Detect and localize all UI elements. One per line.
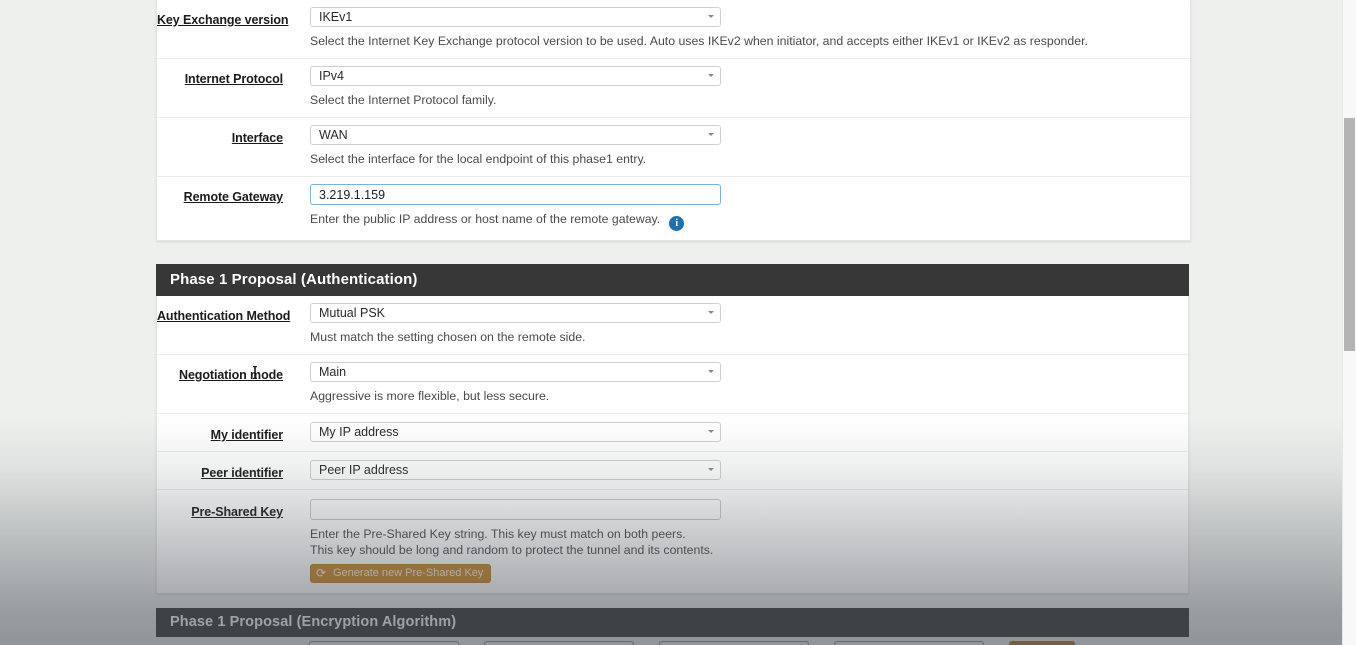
label-cell: Key Exchange version: [157, 0, 310, 29]
add-algorithm-button[interactable]: [1009, 641, 1075, 645]
help-authentication-method: Must match the setting chosen on the rem…: [310, 330, 586, 344]
field-cell: My IP address: [310, 414, 1188, 451]
select-key-length[interactable]: [484, 641, 634, 645]
help-key-exchange-version: Select the Internet Key Exchange protoco…: [310, 34, 1088, 48]
label-internet-protocol: Internet Protocol: [184, 72, 283, 86]
label-cell: Remote Gateway: [157, 177, 310, 206]
select-authentication-method[interactable]: Mutual PSK: [310, 303, 721, 323]
field-cell: Main Aggressive is more flexible, but le…: [310, 355, 1188, 413]
chevron-down-icon: [708, 430, 714, 433]
chevron-down-icon: [708, 468, 714, 471]
label-cell: Authentication Method: [157, 296, 310, 325]
chevron-down-icon: [708, 311, 714, 314]
row-peer-identifier: Peer identifier Peer IP address: [157, 452, 1188, 490]
chevron-down-icon: [708, 133, 714, 136]
refresh-icon: ⟳: [316, 566, 327, 580]
help-interface: Select the interface for the local endpo…: [310, 152, 647, 166]
select-hash-algorithm[interactable]: [659, 641, 809, 645]
row-interface: Interface WAN Select the interface for t…: [157, 118, 1190, 177]
chevron-down-icon: [708, 15, 714, 18]
field-cell: Mutual PSK Must match the setting chosen…: [310, 296, 1188, 354]
phase1-encryption-section: Phase 1 Proposal (Encryption Algorithm): [156, 608, 1189, 645]
page-root: Key Exchange version IKEv1 Select the In…: [0, 0, 1356, 645]
help-pre-shared-key-line2: This key should be long and random to pr…: [310, 543, 714, 557]
label-cell: Internet Protocol: [157, 59, 310, 88]
help-negotiation-mode: Aggressive is more flexible, but less se…: [310, 389, 550, 403]
label-negotiation-mode: Negotiation mode: [179, 368, 283, 382]
remote-gateway-input[interactable]: [310, 184, 721, 205]
label-my-identifier: My identifier: [210, 428, 283, 442]
row-negotiation-mode: Negotiation mode Main Aggressive is more…: [157, 355, 1188, 414]
label-authentication-method: Authentication Method: [157, 309, 291, 323]
help-pre-shared-key-line1: Enter the Pre-Shared Key string. This ke…: [310, 527, 686, 541]
encryption-algorithm-row: [156, 637, 1189, 645]
row-pre-shared-key: Pre-Shared Key Enter the Pre-Shared Key …: [157, 490, 1188, 593]
select-value: IPv4: [319, 69, 345, 83]
pre-shared-key-input[interactable]: [310, 499, 721, 520]
label-cell: Interface: [157, 118, 310, 147]
select-value: IKEv1: [319, 10, 353, 24]
row-authentication-method: Authentication Method Mutual PSK Must ma…: [157, 296, 1188, 355]
select-dh-group[interactable]: [834, 641, 984, 645]
select-my-identifier[interactable]: My IP address: [310, 422, 721, 442]
label-pre-shared-key: Pre-Shared Key: [191, 505, 283, 519]
select-internet-protocol[interactable]: IPv4: [310, 66, 721, 86]
label-interface: Interface: [231, 131, 283, 145]
section-header-phase1-authentication: Phase 1 Proposal (Authentication): [156, 264, 1189, 296]
row-my-identifier: My identifier My IP address: [157, 414, 1188, 452]
select-encryption-algorithm[interactable]: [309, 641, 459, 645]
help-text: Enter the public IP address or host name…: [310, 212, 661, 226]
chevron-down-icon: [708, 74, 714, 77]
button-label: Generate new Pre-Shared Key: [333, 567, 484, 579]
select-interface[interactable]: WAN: [310, 125, 721, 145]
phase1-authentication-section: Phase 1 Proposal (Authentication) Authen…: [156, 264, 1189, 594]
label-key-exchange-version: Key Exchange version: [157, 13, 289, 27]
field-cell: WAN Select the interface for the local e…: [310, 118, 1190, 176]
generate-new-pre-shared-key-button[interactable]: ⟳ Generate new Pre-Shared Key: [310, 564, 492, 583]
label-cell: My identifier: [157, 414, 310, 444]
select-value: Mutual PSK: [319, 306, 386, 320]
help-internet-protocol: Select the Internet Protocol family.: [310, 93, 497, 107]
section-header-phase1-encryption: Phase 1 Proposal (Encryption Algorithm): [156, 608, 1189, 637]
label-cell: Pre-Shared Key: [157, 490, 310, 521]
row-remote-gateway: Remote Gateway Enter the public IP addre…: [157, 177, 1190, 240]
field-cell: Enter the Pre-Shared Key string. This ke…: [310, 490, 1188, 593]
row-key-exchange-version: Key Exchange version IKEv1 Select the In…: [157, 0, 1190, 59]
phase1-authentication-card: Authentication Method Mutual PSK Must ma…: [156, 296, 1189, 594]
field-cell: IPv4 Select the Internet Protocol family…: [310, 59, 1190, 117]
info-icon[interactable]: i: [669, 216, 685, 231]
select-peer-identifier[interactable]: Peer IP address: [310, 460, 721, 480]
select-key-exchange-version[interactable]: IKEv1: [310, 7, 721, 27]
label-remote-gateway: Remote Gateway: [183, 190, 283, 204]
label-cell: Peer identifier: [157, 452, 310, 482]
phase1-encryption-card: [156, 637, 1189, 645]
field-cell: Enter the public IP address or host name…: [310, 177, 1190, 240]
select-value: My IP address: [319, 425, 399, 439]
select-negotiation-mode[interactable]: Main: [310, 362, 721, 382]
chevron-down-icon: [708, 370, 714, 373]
select-value: Main: [319, 365, 347, 379]
scrollbar-track[interactable]: [1342, 0, 1356, 645]
select-value: Peer IP address: [319, 463, 409, 477]
field-cell: Peer IP address: [310, 452, 1188, 489]
select-value: WAN: [319, 128, 348, 142]
row-internet-protocol: Internet Protocol IPv4 Select the Intern…: [157, 59, 1190, 118]
label-cell: Negotiation mode: [157, 355, 310, 384]
label-peer-identifier: Peer identifier: [201, 466, 283, 480]
scrollbar-thumb[interactable]: [1344, 118, 1355, 351]
field-cell: IKEv1 Select the Internet Key Exchange p…: [310, 0, 1190, 58]
general-settings-card: Key Exchange version IKEv1 Select the In…: [156, 0, 1191, 241]
help-remote-gateway: Enter the public IP address or host name…: [310, 212, 1190, 231]
